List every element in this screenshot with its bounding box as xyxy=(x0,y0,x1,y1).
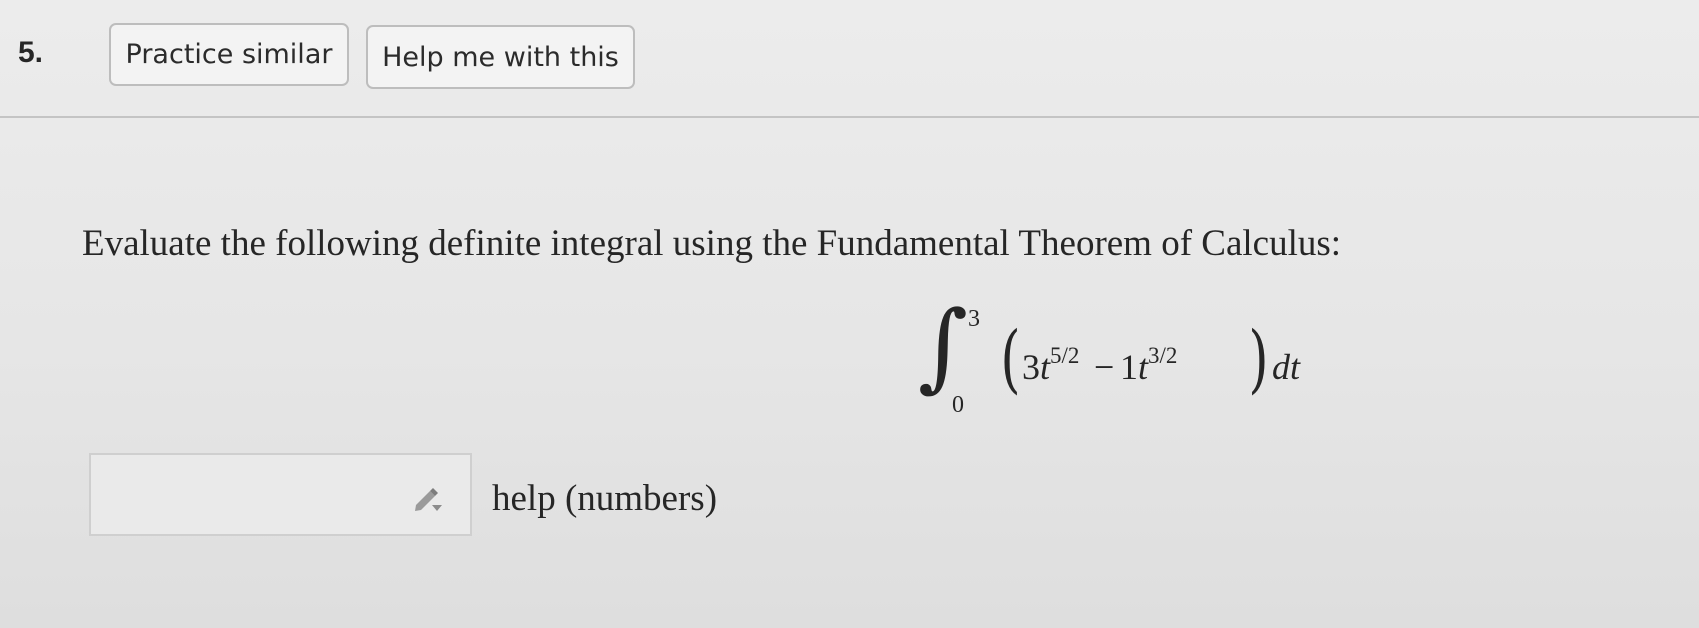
lower-limit: 0 xyxy=(952,392,964,418)
answer-input[interactable] xyxy=(89,453,472,536)
integrand-term-2: 1t3/2 xyxy=(1120,343,1178,388)
minus-operator: − xyxy=(1094,347,1115,387)
practice-similar-button[interactable]: Practice similar xyxy=(109,23,349,86)
right-paren: ) xyxy=(1248,316,1269,402)
term-1-variable: t xyxy=(1040,347,1051,387)
question-number: 5. xyxy=(18,36,44,69)
integrand-term-1: 3t5/2 xyxy=(1022,343,1080,388)
pencil-icon[interactable] xyxy=(410,483,444,513)
left-paren: ( xyxy=(1000,316,1021,402)
integral-expression: ∫ 3 0 ( 3t5/2 − 1t3/2 ) dt xyxy=(918,290,1308,430)
term-1-coefficient: 3 xyxy=(1022,347,1040,387)
upper-limit: 3 xyxy=(968,306,980,332)
help-me-button[interactable]: Help me with this xyxy=(366,25,635,89)
term-2-coefficient: 1 xyxy=(1120,347,1138,387)
term-1-exponent: 5/2 xyxy=(1050,343,1080,368)
term-2-variable: t xyxy=(1138,347,1149,387)
differential: dt xyxy=(1272,347,1301,387)
integral-sign: ∫ xyxy=(918,290,969,402)
header-divider xyxy=(0,116,1699,118)
term-2-exponent: 3/2 xyxy=(1148,343,1178,368)
question-prompt: Evaluate the following definite integral… xyxy=(82,223,1342,264)
question-header: 5. Practice similar Help me with this xyxy=(0,0,1699,110)
help-numbers-link[interactable]: help (numbers) xyxy=(492,477,717,520)
